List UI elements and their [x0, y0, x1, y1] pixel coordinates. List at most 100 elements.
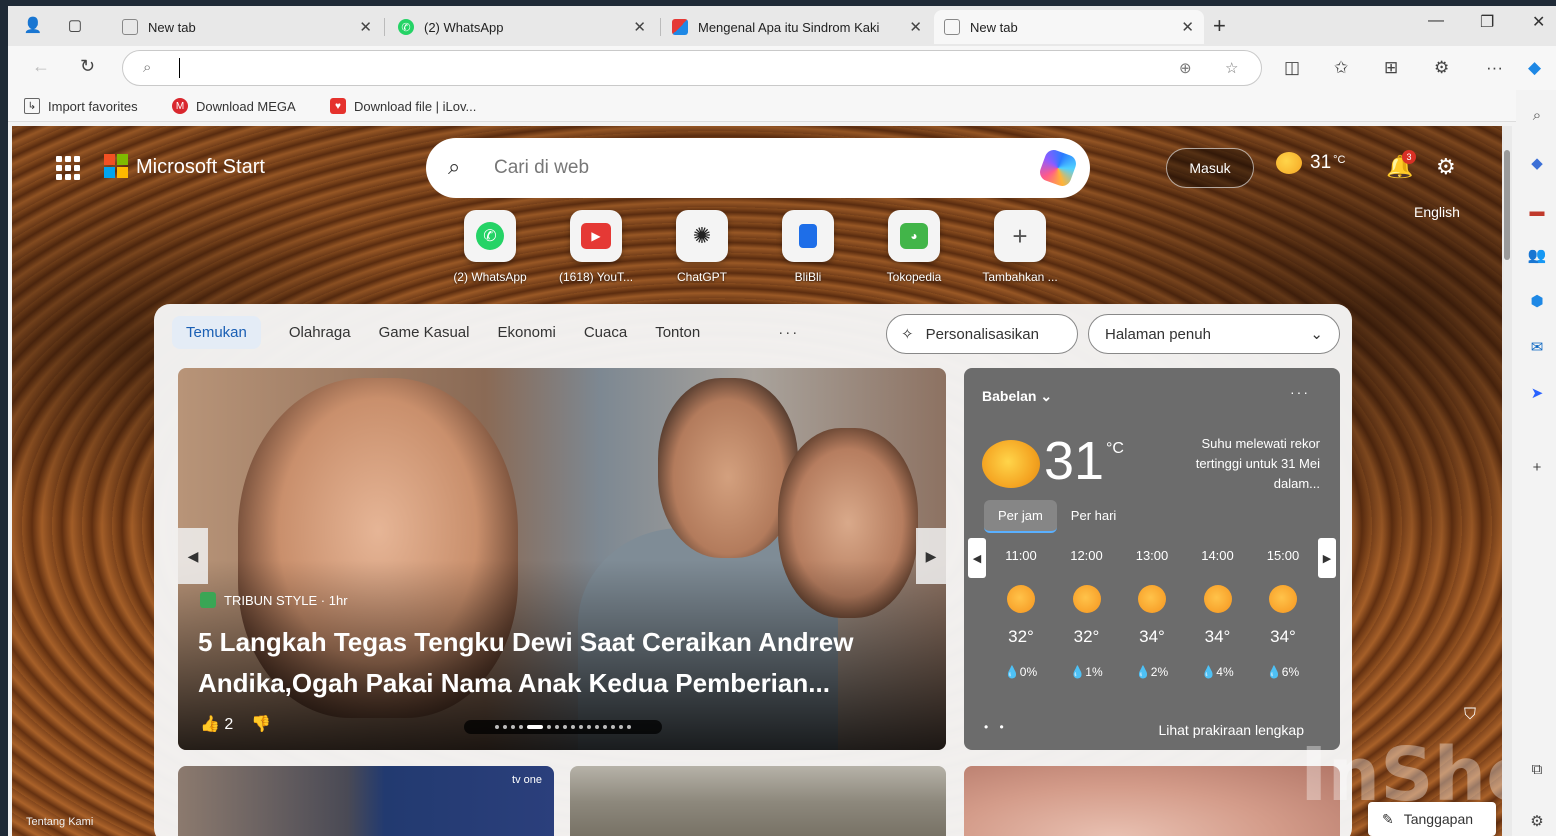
- hero-article[interactable]: ◀ ▶ TRIBUN STYLE · 1hr 5 Langkah Tegas T…: [178, 368, 946, 750]
- settings-gear-icon[interactable]: ⚙: [1436, 154, 1456, 180]
- tab-olahraga[interactable]: Olahraga: [275, 316, 365, 349]
- search-icon: ⌕: [448, 154, 461, 179]
- news-card[interactable]: tv one: [178, 766, 554, 836]
- bookmark-label: Download MEGA: [196, 98, 296, 114]
- favorites-icon[interactable]: ✩: [1334, 58, 1348, 78]
- zoom-icon[interactable]: ⊕: [1179, 59, 1192, 77]
- temperature: 31: [1310, 152, 1332, 173]
- shortcut-youtube[interactable]: ▶ (1618) YouT...: [546, 210, 646, 284]
- tab-1[interactable]: New tab ✕: [112, 10, 382, 44]
- edge-sidebar: ⌕ ◆ ▬ 👥 ⬢ ✉ ➤ + ⧉ ⚙: [1516, 90, 1556, 836]
- close-icon[interactable]: ✕: [909, 18, 922, 36]
- sun-icon: [1007, 585, 1035, 613]
- send-icon[interactable]: ➤: [1526, 382, 1548, 404]
- weather-alert[interactable]: Suhu melewati rekor tertinggi untuk 31 M…: [1160, 434, 1320, 494]
- page-scrollbar[interactable]: [1502, 126, 1512, 836]
- like-button[interactable]: 👍 2: [200, 714, 233, 734]
- bookmark-mega[interactable]: M Download MEGA: [172, 98, 296, 114]
- settings-gear-icon[interactable]: ⚙: [1526, 810, 1548, 832]
- feedback-button[interactable]: ✎ Tanggapan: [1368, 802, 1496, 836]
- shortcut-label: ChatGPT: [676, 270, 727, 284]
- hours-prev-button[interactable]: ◀: [968, 538, 986, 578]
- shortcut-label: (2) WhatsApp: [453, 270, 527, 284]
- copilot-icon[interactable]: [1037, 147, 1079, 189]
- sun-cloud-icon: [1072, 585, 1101, 613]
- split-screen-icon[interactable]: ◫: [1284, 58, 1300, 78]
- tab-tonton[interactable]: Tonton: [641, 316, 714, 349]
- weather-more-button[interactable]: ···: [1290, 384, 1310, 400]
- shortcut-chatgpt[interactable]: ✺ ChatGPT: [652, 210, 752, 284]
- close-window-button[interactable]: ✕: [1532, 12, 1545, 32]
- hours-next-button[interactable]: ▶: [1318, 538, 1336, 578]
- minimize-button[interactable]: —: [1428, 12, 1444, 30]
- news-card[interactable]: [570, 766, 946, 836]
- about-link[interactable]: Tentang Kami: [26, 816, 93, 828]
- tab-hourly[interactable]: Per jam: [984, 500, 1057, 533]
- add-icon[interactable]: +: [1526, 456, 1548, 478]
- weather-summary[interactable]: 31 °C: [1276, 152, 1345, 174]
- collections-icon[interactable]: ⊞: [1384, 58, 1398, 78]
- tab-daily[interactable]: Per hari: [1057, 500, 1131, 533]
- sun-cloud-icon: [1203, 585, 1232, 613]
- shortcut-add[interactable]: + Tambahkan ...: [970, 210, 1070, 284]
- weather-location[interactable]: Babelan ⌄: [982, 388, 1052, 405]
- news-card[interactable]: [964, 766, 1340, 836]
- close-icon[interactable]: ✕: [633, 18, 646, 36]
- tab-cuaca[interactable]: Cuaca: [570, 316, 641, 349]
- new-tab-button[interactable]: +: [1213, 13, 1226, 39]
- outlook-icon[interactable]: ✉: [1526, 336, 1548, 358]
- profile-icon[interactable]: 👤: [22, 14, 44, 36]
- carousel-indicator: [464, 720, 662, 734]
- copilot-icon[interactable]: ◆: [1528, 58, 1541, 78]
- shortcut-blibli[interactable]: BliBli: [758, 210, 858, 284]
- tab-temukan[interactable]: Temukan: [172, 316, 261, 349]
- close-icon[interactable]: ✕: [359, 18, 372, 36]
- mega-icon: M: [172, 98, 188, 114]
- close-icon[interactable]: ✕: [1181, 18, 1194, 36]
- refresh-button[interactable]: ↻: [80, 56, 95, 77]
- more-menu-icon[interactable]: ···: [1486, 58, 1503, 78]
- people-icon[interactable]: 👥: [1526, 244, 1548, 266]
- office-icon[interactable]: ⬢: [1526, 290, 1548, 312]
- tab-actions-icon[interactable]: ▢: [64, 14, 86, 36]
- full-forecast-link[interactable]: Lihat prakiraan lengkap: [1158, 722, 1304, 738]
- extensions-icon[interactable]: ⚙: [1434, 58, 1449, 78]
- more-tabs-button[interactable]: ···: [764, 316, 813, 349]
- address-bar[interactable]: ⌕ ⊕ ☆: [122, 50, 1262, 86]
- tag-icon[interactable]: ◆: [1526, 152, 1548, 174]
- personalize-button[interactable]: ✧ Personalisasikan: [886, 314, 1078, 354]
- tab-2[interactable]: ✆ (2) WhatsApp ✕: [388, 10, 656, 44]
- layout-select[interactable]: Halaman penuh ⌄: [1088, 314, 1340, 354]
- language-link[interactable]: English: [1414, 204, 1460, 220]
- restore-button[interactable]: ❐: [1480, 12, 1494, 32]
- shield-icon[interactable]: ⛉: [1464, 706, 1476, 724]
- bookmark-import-favorites[interactable]: ↳ Import favorites: [24, 98, 138, 114]
- tab-3[interactable]: Mengenal Apa itu Sindrom Kaki ✕: [662, 10, 932, 44]
- app-launcher-icon[interactable]: [56, 156, 80, 180]
- sign-in-button[interactable]: Masuk: [1166, 148, 1254, 188]
- weather-card[interactable]: Babelan ⌄ ··· 31 °C Suhu melewati rekor …: [964, 368, 1340, 750]
- brand-title[interactable]: Microsoft Start: [136, 156, 265, 179]
- search-icon[interactable]: ⌕: [1526, 104, 1548, 126]
- scrollbar-thumb[interactable]: [1504, 150, 1510, 260]
- dislike-icon[interactable]: 👎: [251, 714, 271, 734]
- channel-badge: tv one: [512, 774, 542, 786]
- hero-prev-button[interactable]: ◀: [178, 528, 208, 584]
- hero-next-button[interactable]: ▶: [916, 528, 946, 584]
- tab-game-kasual[interactable]: Game Kasual: [365, 316, 484, 349]
- tab-4-active[interactable]: New tab ✕: [934, 10, 1204, 44]
- tokopedia-icon: ◕: [888, 210, 940, 262]
- tab-ekonomi[interactable]: Ekonomi: [483, 316, 569, 349]
- back-button[interactable]: ←: [32, 56, 50, 77]
- shortcut-whatsapp[interactable]: ✆ (2) WhatsApp: [440, 210, 540, 284]
- site-icon: [672, 19, 688, 35]
- bookmark-ilovepdf[interactable]: ♥ Download file | iLov...: [330, 98, 476, 114]
- shortcut-tokopedia[interactable]: ◕ Tokopedia: [864, 210, 964, 284]
- toolbox-icon[interactable]: ▬: [1526, 200, 1548, 222]
- favorite-star-icon[interactable]: ☆: [1225, 59, 1238, 77]
- shortcut-label: BliBli: [794, 270, 822, 284]
- split-view-icon[interactable]: ⧉: [1526, 758, 1548, 780]
- article-headline[interactable]: 5 Langkah Tegas Tengku Dewi Saat Ceraika…: [198, 622, 938, 704]
- address-input[interactable]: [173, 57, 1153, 79]
- web-search-box[interactable]: ⌕ Cari di web: [426, 138, 1090, 198]
